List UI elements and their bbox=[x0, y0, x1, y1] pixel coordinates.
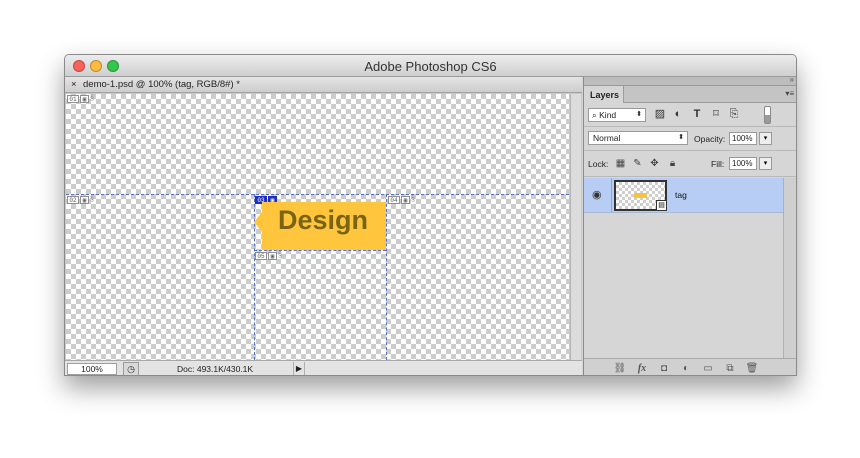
link-layers-icon[interactable]: ⛓ bbox=[613, 362, 627, 375]
slice-guide-vertical bbox=[386, 194, 387, 360]
fx-icon[interactable]: fx bbox=[635, 362, 649, 375]
slice-link-icon: § bbox=[90, 95, 94, 102]
collapse-panel-icon[interactable]: » bbox=[790, 75, 794, 84]
panel-menu-icon[interactable]: ▾≡ bbox=[785, 89, 794, 98]
status-menu-arrow-icon[interactable]: ▶ bbox=[293, 362, 305, 375]
slice-guide-horizontal bbox=[254, 250, 386, 251]
layers-panel-footer: ⛓ fx ◘ ◐ ▭ ⧉ 🗑︎ bbox=[584, 358, 796, 375]
slice-image-icon: ▣ bbox=[80, 95, 89, 103]
title-bar[interactable]: Adobe Photoshop CS6 bbox=[65, 55, 796, 77]
lock-label: Lock: bbox=[588, 159, 609, 169]
fill-label: Fill: bbox=[711, 159, 725, 169]
dropdown-arrow-icon: ⬍ bbox=[636, 111, 642, 118]
panel-dock-header: » bbox=[584, 75, 796, 86]
layers-panel: » Layers ▾≡ ⌕ Kind ⬍ ▨ ◐ T ⌑ ⎘ Normal ⬍ … bbox=[583, 75, 796, 375]
layers-list: ◉ ▤ tag bbox=[584, 178, 783, 358]
shape-filter-icon[interactable]: ⌑ bbox=[709, 107, 723, 122]
close-tab-icon[interactable]: × bbox=[71, 79, 77, 90]
slice-number: 05 bbox=[255, 252, 267, 260]
slice-number: 01 bbox=[67, 95, 79, 103]
layer-name[interactable]: tag bbox=[675, 190, 687, 200]
trash-icon[interactable]: 🗑︎ bbox=[745, 362, 759, 375]
panel-tab-bar: Layers ▾≡ bbox=[584, 86, 796, 103]
design-tag-graphic[interactable]: Design bbox=[254, 194, 386, 250]
search-icon: ⌕ bbox=[592, 110, 597, 120]
slice-badge[interactable]: 04 ▣ § bbox=[388, 196, 417, 204]
slice-image-icon: ▣ bbox=[80, 196, 89, 204]
slice-image-icon: ▣ bbox=[401, 196, 410, 204]
slice-number: 02 bbox=[67, 196, 79, 204]
canvas-vertical-scrollbar[interactable] bbox=[570, 94, 581, 360]
smart-object-badge-icon: ▤ bbox=[656, 200, 667, 211]
slice-link-icon: § bbox=[411, 196, 415, 203]
opacity-label: Opacity: bbox=[694, 134, 726, 144]
fill-input[interactable]: 100% bbox=[729, 157, 757, 170]
slice-badge[interactable]: 05 ▣ § bbox=[255, 252, 284, 260]
filter-toggle-switch[interactable] bbox=[764, 106, 771, 124]
slice-link-icon: § bbox=[90, 196, 94, 203]
timer-icon[interactable]: ◷ bbox=[123, 362, 139, 375]
filter-kind-label: Kind bbox=[599, 110, 617, 120]
document-area: × demo-1.psd @ 100% (tag, RGB/8#) * 01 ▣… bbox=[65, 77, 582, 375]
smart-object-filter-icon[interactable]: ⎘ bbox=[727, 107, 741, 122]
lock-position-icon[interactable]: ✥ bbox=[648, 157, 661, 171]
fill-dropdown-icon[interactable]: ▾ bbox=[759, 157, 772, 170]
design-tag-text: Design bbox=[278, 205, 369, 235]
layer-filter-row: ⌕ Kind ⬍ ▨ ◐ T ⌑ ⎘ bbox=[584, 104, 796, 127]
slice-badge[interactable]: 01 ▣ § bbox=[67, 95, 96, 103]
slice-link-icon: § bbox=[278, 252, 282, 259]
document-tab[interactable]: × demo-1.psd @ 100% (tag, RGB/8#) * bbox=[65, 77, 582, 93]
image-filter-icon[interactable]: ▨ bbox=[653, 107, 667, 122]
document-tab-title: demo-1.psd @ 100% (tag, RGB/8#) * bbox=[83, 79, 240, 90]
new-group-folder-icon[interactable]: ▭ bbox=[701, 362, 715, 375]
opacity-input[interactable]: 100% bbox=[729, 132, 757, 145]
blend-mode-value: Normal bbox=[593, 133, 621, 143]
add-mask-icon[interactable]: ◘ bbox=[657, 362, 671, 375]
divider bbox=[611, 178, 612, 213]
dropdown-arrow-icon: ⬍ bbox=[678, 134, 684, 141]
eye-icon[interactable]: ◉ bbox=[592, 189, 604, 201]
lock-all-icon[interactable]: 🔒︎ bbox=[666, 157, 679, 171]
tab-layers[interactable]: Layers bbox=[584, 86, 624, 103]
filter-kind-select[interactable]: ⌕ Kind ⬍ bbox=[588, 108, 646, 122]
lock-transparent-pixels-icon[interactable]: ▦ bbox=[614, 157, 627, 171]
layer-thumbnail[interactable]: ▤ bbox=[614, 180, 667, 211]
canvas[interactable]: 01 ▣ § 02 ▣ § 03 ▣ 04 ▣ § 05 ▣ § Design bbox=[66, 94, 569, 360]
thumbnail-tag-shape bbox=[634, 193, 647, 198]
layer-row-tag[interactable]: ◉ ▤ tag bbox=[584, 178, 783, 213]
document-info: Doc: 493.1K/430.1K bbox=[177, 364, 254, 374]
photoshop-window: Adobe Photoshop CS6 × demo-1.psd @ 100% … bbox=[64, 54, 797, 376]
adjustment-filter-icon[interactable]: ◐ bbox=[671, 107, 685, 122]
slice-image-icon: ▣ bbox=[268, 252, 277, 260]
new-layer-icon[interactable]: ⧉ bbox=[723, 362, 737, 375]
status-bar: 100% ◷ Doc: 493.1K/430.1K ▶ bbox=[65, 360, 582, 375]
lock-fill-row: Lock: ▦ ✎ ✥ 🔒︎ Fill: 100% ▾ bbox=[584, 151, 796, 177]
blend-opacity-row: Normal ⬍ Opacity: 100% ▾ bbox=[584, 127, 796, 151]
lock-image-pixels-icon[interactable]: ✎ bbox=[631, 157, 644, 171]
layers-list-scrollbar[interactable] bbox=[783, 178, 796, 358]
new-adjustment-layer-icon[interactable]: ◐ bbox=[679, 362, 693, 375]
blend-mode-select[interactable]: Normal ⬍ bbox=[588, 131, 688, 145]
opacity-dropdown-icon[interactable]: ▾ bbox=[759, 132, 772, 145]
slice-number: 04 bbox=[388, 196, 400, 204]
zoom-level-field[interactable]: 100% bbox=[67, 363, 117, 375]
slice-badge[interactable]: 02 ▣ § bbox=[67, 196, 96, 204]
window-title: Adobe Photoshop CS6 bbox=[364, 59, 497, 74]
type-filter-icon[interactable]: T bbox=[690, 107, 704, 122]
